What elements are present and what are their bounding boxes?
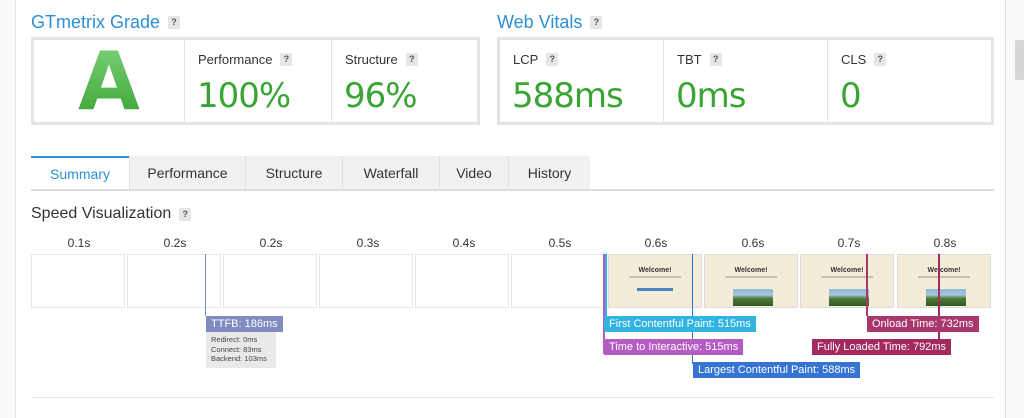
tab-summary[interactable]: Summary: [31, 156, 129, 190]
lcp-cell: LCP? 588ms: [500, 40, 663, 122]
filmstrip-frame[interactable]: Welcome!: [704, 254, 798, 308]
filmstrip-frame[interactable]: [319, 254, 413, 308]
lcp-label: LCP: [513, 52, 539, 67]
tab-waterfall[interactable]: Waterfall: [342, 156, 439, 190]
gtmetrix-grade-title: GTmetrix Grade ?: [31, 12, 181, 33]
frame-photo: [733, 289, 773, 306]
tab-history[interactable]: History: [508, 156, 590, 190]
help-icon[interactable]: ?: [874, 53, 887, 66]
cls-cell: CLS? 0: [827, 40, 991, 122]
structure-cell: Structure? 96%: [331, 40, 477, 122]
frame-photo: [829, 289, 869, 306]
onload-line: [866, 254, 868, 316]
filmstrip-frame[interactable]: Welcome!: [897, 254, 991, 308]
ttfb-line: [205, 254, 206, 316]
tti-marker: Time to Interactive: 515ms: [604, 339, 744, 355]
structure-label: Structure: [345, 52, 398, 67]
left-gutter: [0, 0, 16, 418]
gtmetrix-grade-panel: A Performance? 100% Structure? 96%: [31, 35, 480, 128]
frame-welcome-text: Welcome!: [638, 267, 672, 274]
timeline-tick: 0.6s: [644, 236, 668, 250]
cls-label: CLS: [841, 52, 867, 67]
web-vitals-panel: LCP? 588ms TBT? 0ms CLS? 0: [497, 37, 994, 125]
frame-subtext: [918, 276, 970, 278]
ttfb-backend: Backend: 103ms: [211, 354, 267, 363]
tab-performance[interactable]: Performance: [129, 156, 245, 190]
help-icon[interactable]: ?: [405, 53, 418, 66]
help-icon[interactable]: ?: [546, 53, 559, 66]
performance-label: Performance: [198, 52, 273, 67]
lcp-marker: Largest Contentful Paint: 588ms: [693, 362, 861, 378]
performance-cell: Performance? 100%: [184, 40, 331, 122]
frame-welcome-text: Welcome!: [734, 267, 768, 274]
tbt-cell: TBT? 0ms: [663, 40, 827, 122]
frame-subtext: [629, 276, 681, 278]
tab-structure[interactable]: Structure: [245, 156, 342, 190]
ttfb-details: Redirect: 0ms Connect: 83ms Backend: 103…: [206, 332, 276, 368]
timeline-tick: 0.1s: [67, 236, 91, 250]
web-vitals-heading: Web Vitals: [497, 12, 583, 32]
fcp-marker: First Contentful Paint: 515ms: [604, 316, 756, 332]
grade-letter: A: [34, 35, 184, 128]
speed-visualization-heading: Speed Visualization: [31, 205, 172, 222]
tab-underline: [31, 189, 994, 191]
ttfb-connect: Connect: 83ms: [211, 344, 262, 354]
filmstrip-frame[interactable]: [31, 254, 125, 308]
fcp-line: [605, 254, 607, 316]
timeline-tick: 0.6s: [741, 236, 765, 250]
timeline-tick: 0.8s: [933, 236, 957, 250]
cls-value: 0: [840, 76, 862, 116]
help-icon[interactable]: ?: [709, 53, 722, 66]
report-tabs: Summary Performance Structure Waterfall …: [31, 156, 590, 190]
filmstrip-frame[interactable]: Welcome!: [800, 254, 894, 308]
gtmetrix-grade-heading: GTmetrix Grade: [31, 12, 161, 32]
help-icon[interactable]: ?: [168, 16, 181, 29]
help-icon[interactable]: ?: [179, 207, 192, 221]
filmstrip-frame[interactable]: [415, 254, 509, 308]
web-vitals-title: Web Vitals ?: [497, 12, 603, 33]
ttfb-redirect: Redirect: 0ms: [211, 335, 258, 344]
lcp-value: 588ms: [512, 76, 624, 116]
tbt-value: 0ms: [676, 76, 746, 116]
filmstrip-frame[interactable]: [223, 254, 317, 308]
filmstrip-frame[interactable]: Welcome!: [608, 254, 702, 308]
speed-visualization-title: Speed Visualization ?: [31, 205, 192, 223]
ttfb-marker: TTFB: 186ms: [206, 316, 283, 332]
tab-video[interactable]: Video: [439, 156, 508, 190]
timeline-tick: 0.2s: [259, 236, 283, 250]
grade-cell: A: [34, 35, 184, 128]
help-icon[interactable]: ?: [280, 53, 293, 66]
performance-value: 100%: [197, 76, 291, 116]
frame-subtext: [725, 276, 777, 278]
frame-welcome-text: Welcome!: [830, 267, 864, 274]
timeline-tick: 0.4s: [452, 236, 476, 250]
timeline-tick: 0.7s: [837, 236, 861, 250]
frame-button: [637, 288, 673, 291]
fully-loaded-marker: Fully Loaded Time: 792ms: [812, 339, 952, 355]
timeline-tick: 0.2s: [163, 236, 187, 250]
section-divider: [31, 397, 994, 398]
filmstrip-frame[interactable]: [127, 254, 221, 308]
scrollbar[interactable]: [1005, 0, 1024, 418]
help-icon[interactable]: ?: [590, 16, 603, 29]
timeline-tick: 0.3s: [356, 236, 380, 250]
onload-marker: Onload Time: 732ms: [867, 316, 979, 332]
timeline-tick: 0.5s: [548, 236, 572, 250]
frame-photo: [926, 289, 966, 306]
filmstrip-frame[interactable]: [511, 254, 605, 308]
scrollbar-thumb[interactable]: [1015, 40, 1024, 80]
tbt-label: TBT: [677, 52, 702, 67]
frame-welcome-text: Welcome!: [927, 267, 961, 274]
structure-value: 96%: [344, 76, 418, 116]
